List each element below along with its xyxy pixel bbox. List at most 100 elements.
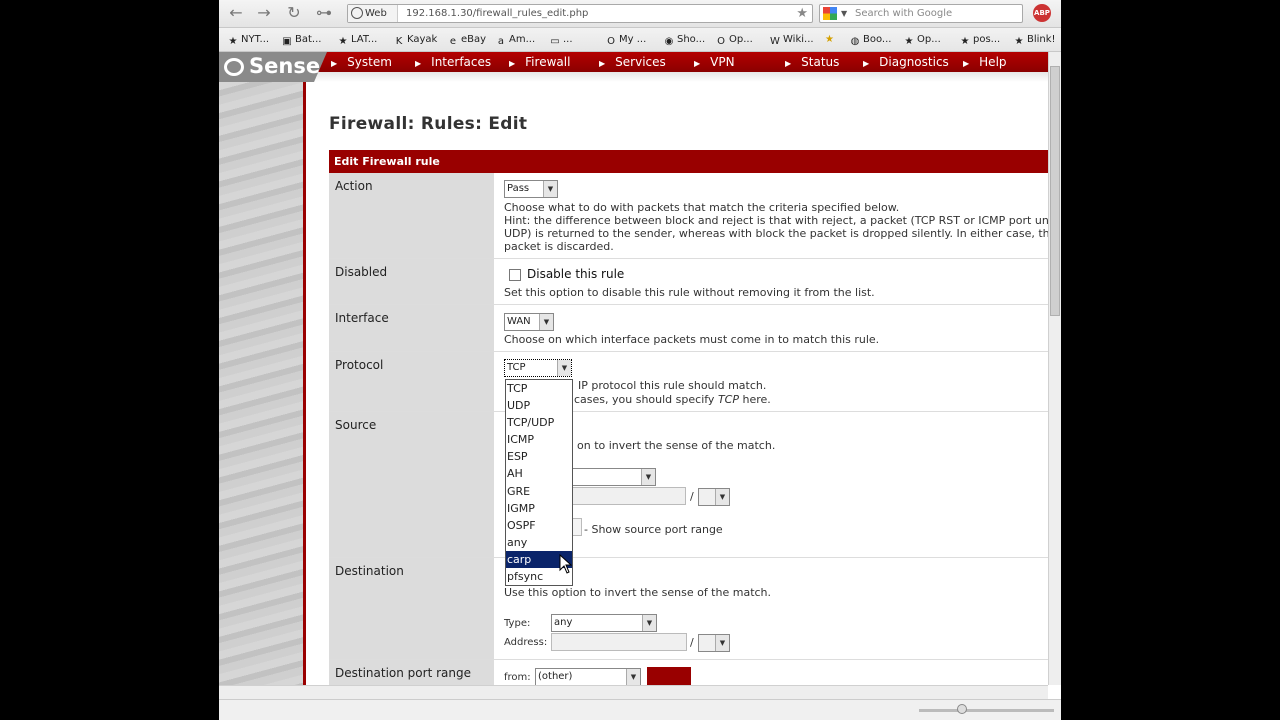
protocol-option[interactable]: UDP <box>506 397 572 414</box>
logo-text: Sense <box>249 54 321 78</box>
bookmark-item[interactable]: ★ LAT... <box>337 32 378 48</box>
protocol-option[interactable]: any <box>506 534 572 551</box>
bookmark-label: NYT... <box>241 34 270 45</box>
protocol-option[interactable]: GRE <box>506 483 572 500</box>
nav-item-label: System <box>347 55 392 69</box>
browser-toolbar: ← → ↻ ⊶ Web 192.168.1.30/firewall_rules_… <box>219 0 1061 28</box>
bookmark-icon: K <box>395 36 403 47</box>
bookmark-label: My ... <box>619 34 647 45</box>
pfsense-logo[interactable]: Sense <box>219 52 327 82</box>
protocol-option[interactable]: TCP <box>506 380 572 397</box>
bookmark-item[interactable]: ★ Op... <box>903 32 941 48</box>
zoom-slider[interactable] <box>919 709 1054 712</box>
destination-type-label: Type: <box>504 618 531 629</box>
protocol-option[interactable]: ESP <box>506 448 572 465</box>
bookmark-label: LAT... <box>351 34 378 45</box>
source-port-button[interactable] <box>572 518 582 536</box>
interface-value: WAN <box>507 316 531 327</box>
bookmark-item[interactable]: ◍ Boo... <box>849 32 892 48</box>
action-select[interactable]: Pass ▼ <box>504 180 558 198</box>
dest-port-from-input[interactable] <box>647 667 691 685</box>
key-icon[interactable]: ⊶ <box>313 3 335 23</box>
bookmark-item[interactable]: ★ Blink! <box>1013 32 1056 48</box>
bookmark-icon: e <box>449 36 457 47</box>
nav-item-interfaces[interactable]: ▶ Interfaces <box>415 52 491 74</box>
dest-port-from-select[interactable]: (other) ▼ <box>535 668 641 685</box>
triangle-right-icon: ▶ <box>694 59 701 68</box>
adblock-icon[interactable]: ABP <box>1033 4 1051 22</box>
bookmark-item[interactable]: O My ... <box>605 32 646 48</box>
reload-icon[interactable]: ↻ <box>283 3 305 23</box>
bookmark-icon: O <box>717 36 725 47</box>
nav-item-services[interactable]: ▶ Services <box>599 52 666 74</box>
search-placeholder[interactable]: Search with Google <box>855 5 952 22</box>
bookmark-item[interactable]: ◉ Sho... <box>663 32 706 48</box>
bookmark-label: Blink! <box>1027 34 1056 45</box>
triangle-right-icon: ▶ <box>785 59 792 68</box>
bookmark-item[interactable]: ▣ Bat... <box>281 32 321 48</box>
nav-item-label: VPN <box>710 55 735 69</box>
bookmark-icon: ◍ <box>850 36 860 47</box>
nav-item-vpn[interactable]: ▶ VPN <box>694 52 735 74</box>
bookmark-item[interactable]: a Am... <box>495 32 535 48</box>
protocol-desc-end: here. <box>742 393 771 406</box>
nav-item-diagnostics[interactable]: ▶ Diagnostics <box>863 52 949 74</box>
bookmark-item[interactable]: ★ NYT... <box>227 32 270 48</box>
triangle-right-icon: ▶ <box>509 59 516 68</box>
chevron-down-icon: ▼ <box>543 181 557 197</box>
destination-type-select[interactable]: any ▼ <box>551 614 657 632</box>
bookmark-item[interactable]: e eBay <box>447 32 486 48</box>
nav-item-help[interactable]: ▶ Help <box>963 52 1007 74</box>
protocol-option[interactable]: ICMP <box>506 431 572 448</box>
protocol-option[interactable]: AH <box>506 465 572 482</box>
protocol-option[interactable]: TCP/UDP <box>506 414 572 431</box>
disable-rule-checkbox[interactable] <box>509 269 521 281</box>
show-source-port-range[interactable]: - Show source port range <box>584 523 723 536</box>
destination-address-input[interactable] <box>551 633 687 651</box>
back-arrow-icon[interactable]: ← <box>225 3 247 23</box>
bookmark-star-icon[interactable]: ★ <box>825 32 834 48</box>
interface-desc: Choose on which interface packets must c… <box>504 333 880 346</box>
protocol-select[interactable]: TCP ▼ <box>504 359 572 377</box>
nav-item-label: Help <box>979 55 1007 69</box>
action-hint: Hint: the difference between block and r… <box>504 214 1048 227</box>
protocol-desc-em: TCP <box>717 393 739 406</box>
interface-row: Interface WAN ▼ Choose on which interfac… <box>329 305 1048 352</box>
bookmark-item[interactable]: W Wiki... <box>769 32 814 48</box>
address-bar[interactable]: Web 192.168.1.30/firewall_rules_edit.php… <box>347 4 813 23</box>
mouse-cursor-icon <box>559 554 573 574</box>
logo-ring-icon <box>224 58 244 76</box>
bookmark-item[interactable]: ▭... <box>549 32 573 48</box>
vertical-scroll-thumb[interactable] <box>1050 66 1060 316</box>
bookmark-item[interactable]: K Kayak <box>393 32 438 48</box>
search-box[interactable]: ▼ Search with Google <box>819 4 1023 23</box>
protocol-desc-text: cases, you should specify <box>574 393 715 406</box>
protocol-option[interactable]: IGMP <box>506 500 572 517</box>
nav-item-firewall[interactable]: ▶ Firewall <box>509 52 570 74</box>
source-address-input[interactable] <box>572 487 686 505</box>
search-engine-caret-icon[interactable]: ▼ <box>841 5 847 22</box>
bookmark-label: ... <box>563 34 573 45</box>
interface-select[interactable]: WAN ▼ <box>504 313 554 331</box>
disable-rule-checkbox-label[interactable]: Disable this rule <box>527 268 624 281</box>
nav-item-label: Diagnostics <box>879 55 949 69</box>
nav-item-status[interactable]: ▶ Status <box>785 52 839 74</box>
nav-item-system[interactable]: ▶ System <box>331 52 392 74</box>
site-info-badge[interactable]: Web <box>348 5 398 22</box>
protocol-option[interactable]: OSPF <box>506 517 572 534</box>
source-type-select[interactable]: ▼ <box>572 468 656 486</box>
zoom-slider-handle[interactable] <box>957 704 967 714</box>
destination-mask-select[interactable]: ▼ <box>698 634 730 652</box>
horizontal-scrollbar[interactable] <box>219 685 1048 699</box>
bookmark-item[interactable]: ★ pos... <box>959 32 1001 48</box>
source-mask-select[interactable]: ▼ <box>698 488 730 506</box>
protocol-label: Protocol <box>329 352 497 411</box>
bookmark-star-icon[interactable]: ★ <box>796 5 808 22</box>
bookmark-label: pos... <box>973 34 1001 45</box>
forward-arrow-icon[interactable]: → <box>253 3 275 23</box>
url-text[interactable]: 192.168.1.30/firewall_rules_edit.php <box>406 5 588 22</box>
triangle-right-icon: ▶ <box>963 59 970 68</box>
bookmark-item[interactable]: O Op... <box>715 32 753 48</box>
chevron-down-icon: ▼ <box>715 489 729 505</box>
vertical-scrollbar[interactable] <box>1048 52 1061 685</box>
